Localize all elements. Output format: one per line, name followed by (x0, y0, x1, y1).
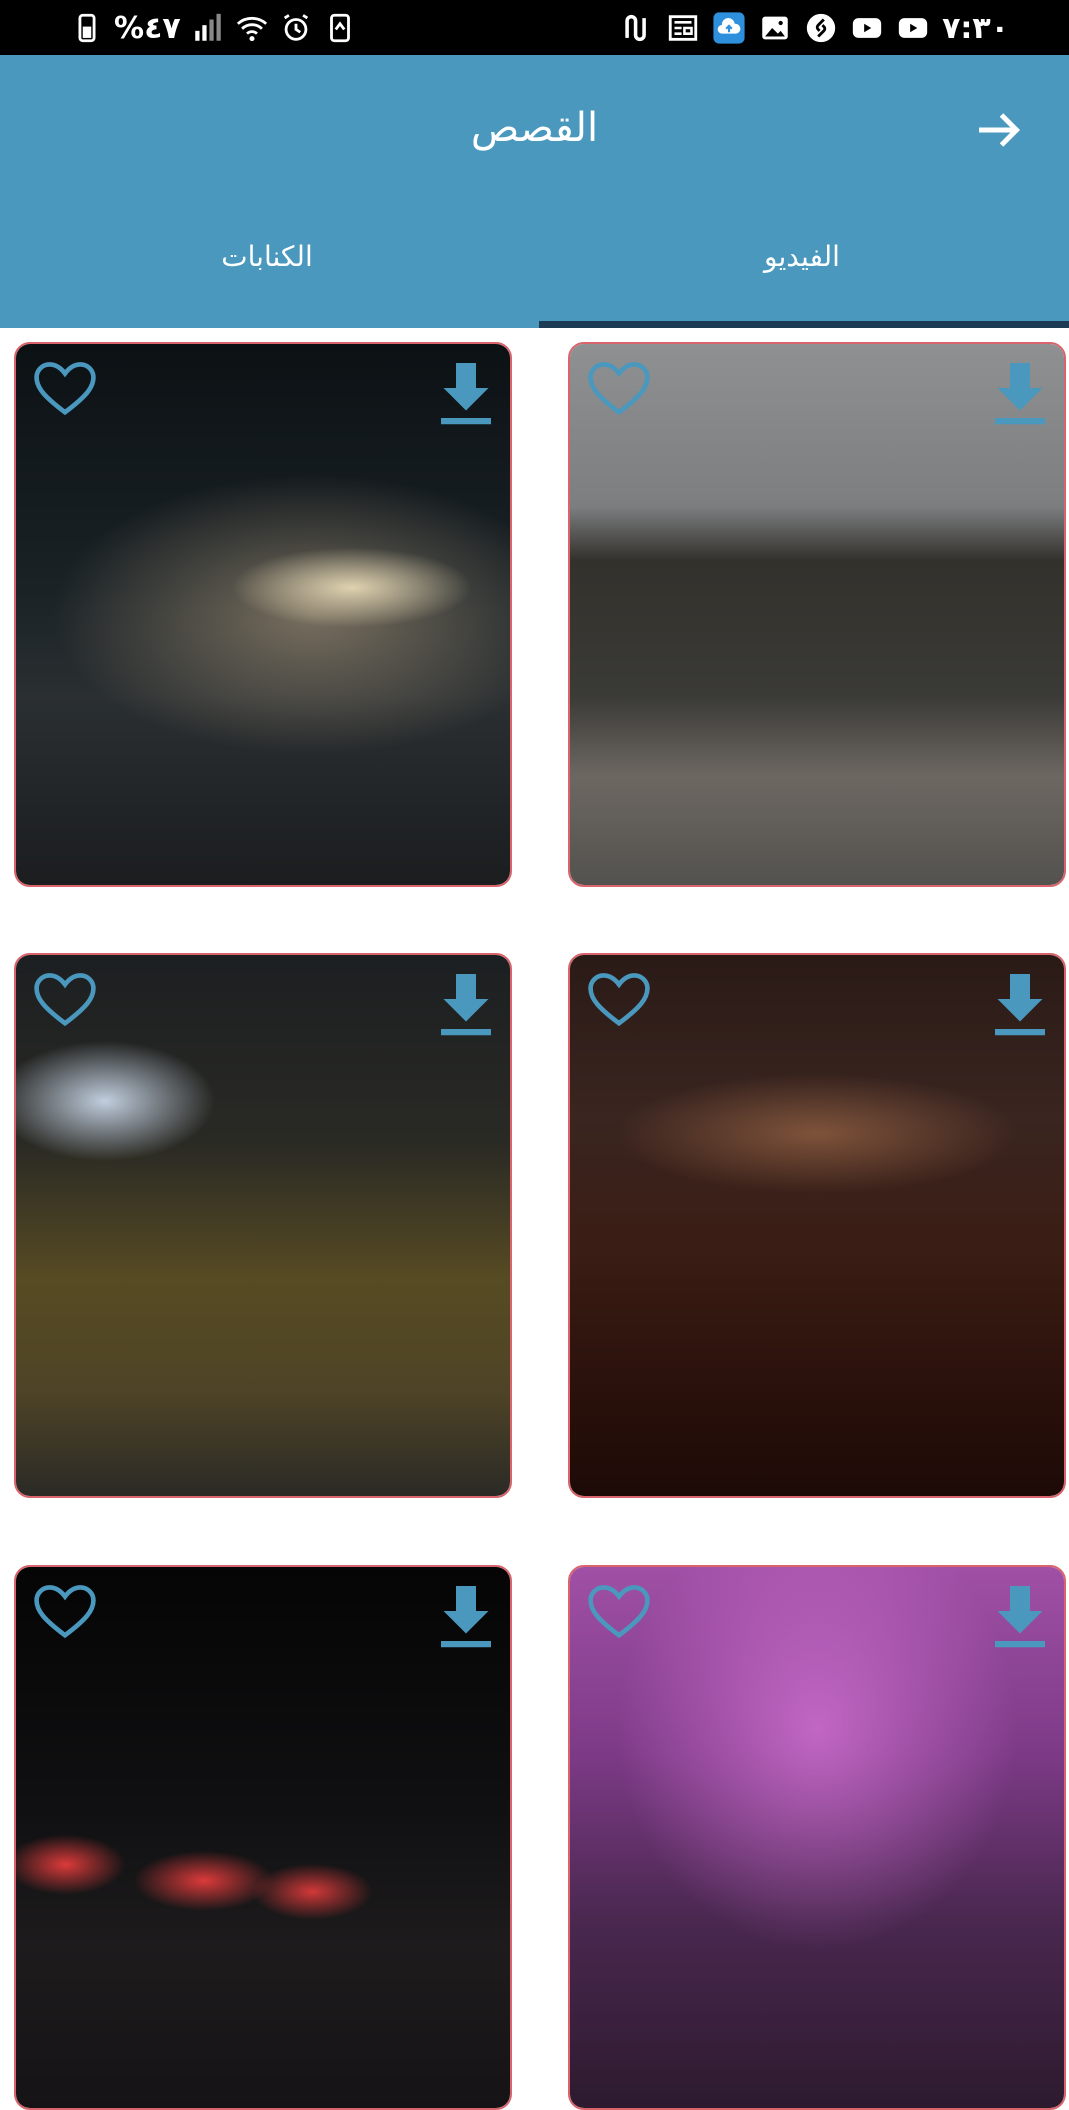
download-icon (441, 1586, 491, 1648)
app-n-icon (620, 11, 654, 45)
cloud-upload-icon (712, 11, 746, 45)
download-button[interactable] (990, 358, 1050, 428)
download-button[interactable] (990, 969, 1050, 1039)
download-icon (441, 363, 491, 425)
back-button[interactable] (969, 100, 1029, 160)
page-title: القصص (470, 105, 599, 151)
youtube-icon-2 (896, 11, 930, 45)
video-card[interactable] (568, 953, 1066, 1498)
video-card[interactable] (14, 953, 512, 1498)
heart-outline-icon (34, 362, 96, 416)
signal-icon (191, 11, 225, 45)
battery-icon (70, 11, 104, 45)
favorite-button[interactable] (30, 358, 100, 420)
download-icon (995, 363, 1045, 425)
video-grid (0, 328, 1069, 2110)
shazam-icon (804, 11, 838, 45)
download-button[interactable] (436, 969, 496, 1039)
download-icon (995, 974, 1045, 1036)
favorite-button[interactable] (584, 1581, 654, 1643)
app-bar: القصص الفيديو الكنابات (0, 55, 1069, 328)
heart-outline-icon (34, 1585, 96, 1639)
tab-indicator (539, 321, 1069, 328)
alarm-icon (279, 11, 313, 45)
status-bar: %٤٧ ٧:٣٠ (0, 0, 1069, 55)
download-icon (441, 974, 491, 1036)
download-icon (995, 1586, 1045, 1648)
video-card[interactable] (14, 1565, 512, 2110)
youtube-icon (850, 11, 884, 45)
heart-outline-icon (588, 973, 650, 1027)
tab-texts[interactable]: الكنابات (0, 240, 534, 273)
status-right: ٧:٣٠ (620, 8, 1009, 48)
tab-videos-label: الفيديو (764, 240, 840, 273)
video-card[interactable] (568, 342, 1066, 887)
status-left: %٤٧ (70, 8, 357, 48)
battery-percent: %٤٧ (114, 10, 181, 46)
arrow-right-icon (979, 113, 1021, 147)
video-card[interactable] (14, 342, 512, 887)
wifi-icon (235, 11, 269, 45)
heart-outline-icon (588, 1585, 650, 1639)
download-button[interactable] (990, 1581, 1050, 1651)
favorite-button[interactable] (584, 969, 654, 1031)
video-card[interactable] (568, 1565, 1066, 2110)
recycle-battery-icon (323, 11, 357, 45)
favorite-button[interactable] (30, 1581, 100, 1643)
download-button[interactable] (436, 358, 496, 428)
clock: ٧:٣٠ (942, 10, 1009, 46)
tab-texts-label: الكنابات (221, 240, 313, 273)
gallery-icon (758, 11, 792, 45)
favorite-button[interactable] (30, 969, 100, 1031)
heart-outline-icon (34, 973, 96, 1027)
heart-outline-icon (588, 362, 650, 416)
news-icon (666, 11, 700, 45)
download-button[interactable] (436, 1581, 496, 1651)
tab-videos[interactable]: الفيديو (535, 240, 1069, 273)
favorite-button[interactable] (584, 358, 654, 420)
